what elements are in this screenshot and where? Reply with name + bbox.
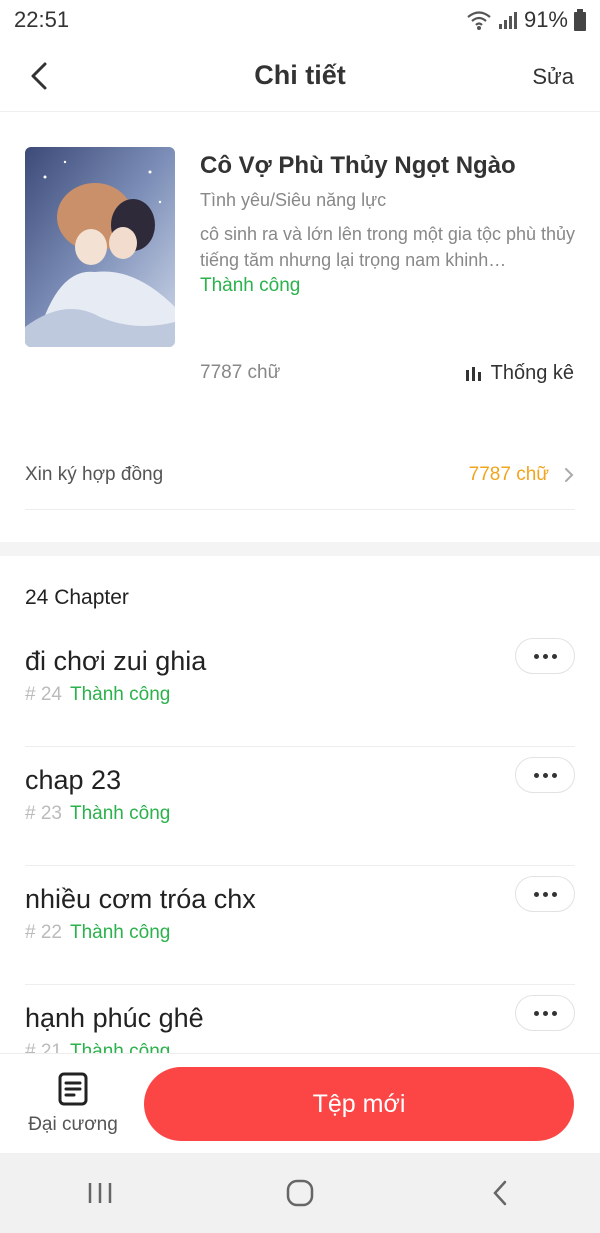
chapter-meta: # 23 Thành công bbox=[25, 803, 575, 825]
header: Chi tiết Sửa bbox=[0, 40, 600, 112]
dot-icon bbox=[533, 1010, 539, 1016]
dot-icon bbox=[533, 772, 539, 778]
stats-label: Thống kê bbox=[490, 362, 574, 384]
status-icons: 91% bbox=[466, 7, 586, 33]
more-options-button[interactable] bbox=[515, 876, 575, 912]
more-options-button[interactable] bbox=[515, 638, 575, 674]
more-options-button[interactable] bbox=[515, 757, 575, 793]
system-back-button[interactable] bbox=[460, 1163, 540, 1223]
chapter-meta: # 22 Thành công bbox=[25, 922, 575, 944]
dot-icon bbox=[542, 1010, 548, 1016]
chapter-status: Thành công bbox=[69, 1041, 171, 1053]
dot-icon bbox=[542, 772, 548, 778]
new-file-button[interactable]: Tệp mới bbox=[144, 1067, 574, 1141]
chapter-title: chap 23 bbox=[25, 765, 122, 795]
status-bar: 22:51 91% bbox=[0, 0, 600, 40]
dot-icon bbox=[551, 772, 557, 778]
system-nav-bar bbox=[0, 1153, 600, 1233]
chapter-meta: # 21 Thành công bbox=[25, 1041, 575, 1053]
chapter-meta: # 24 Thành công bbox=[25, 684, 575, 706]
chapter-count: 24 Chapter bbox=[25, 586, 129, 609]
chapter-status: Thành công bbox=[69, 684, 171, 705]
chapter-status: Thành công bbox=[69, 922, 171, 943]
chapter-title: hạnh phúc ghê bbox=[25, 1003, 204, 1033]
book-word-count: 7787 chữ bbox=[200, 362, 281, 383]
document-icon bbox=[58, 1072, 88, 1106]
chevron-left-icon bbox=[31, 62, 47, 90]
chapter-number: # 21 bbox=[25, 1041, 62, 1053]
book-genre: Tình yêu/Siêu năng lực bbox=[200, 190, 387, 210]
dot-icon bbox=[533, 653, 539, 659]
home-button[interactable] bbox=[260, 1163, 340, 1223]
outline-label: Đại cương bbox=[28, 1114, 118, 1135]
dot-icon bbox=[551, 653, 557, 659]
recent-apps-icon bbox=[88, 1183, 112, 1203]
bottom-action-bar: Đại cương Tệp mới bbox=[0, 1053, 600, 1153]
back-button[interactable] bbox=[22, 58, 56, 94]
battery-icon bbox=[574, 9, 586, 31]
battery-level: 91% bbox=[523, 7, 568, 32]
dot-icon bbox=[533, 891, 539, 897]
recent-apps-button[interactable] bbox=[60, 1163, 140, 1223]
dot-icon bbox=[551, 1010, 557, 1016]
contract-right: 7787 chữ bbox=[469, 464, 575, 486]
book-cover-image bbox=[25, 147, 175, 347]
chapter-list: đi chơi zui ghia # 24 Thành công chap 23… bbox=[25, 628, 575, 1053]
contract-row[interactable]: Xin ký hợp đồng 7787 chữ bbox=[25, 440, 575, 510]
dot-icon bbox=[542, 653, 548, 659]
edit-button[interactable]: Sửa bbox=[532, 64, 574, 90]
status-time: 22:51 bbox=[14, 7, 70, 32]
chapter-title: nhiều cơm tróa chx bbox=[25, 884, 256, 914]
signal-icon bbox=[498, 10, 518, 30]
bar-chart-icon bbox=[465, 366, 481, 381]
page-title: Chi tiết bbox=[254, 60, 346, 90]
dot-icon bbox=[551, 891, 557, 897]
chapter-item[interactable]: nhiều cơm tróa chx # 22 Thành công bbox=[25, 866, 575, 985]
chapters-section: 24 Chapter đi chơi zui ghia # 24 Thành c… bbox=[0, 556, 600, 1053]
section-divider bbox=[0, 542, 600, 556]
chapter-item[interactable]: hạnh phúc ghê # 21 Thành công bbox=[25, 985, 575, 1053]
home-icon bbox=[286, 1179, 314, 1207]
outline-button[interactable]: Đại cương bbox=[18, 1072, 128, 1136]
contract-value: 7787 chữ bbox=[468, 463, 549, 485]
book-details: Cô Vợ Phù Thủy Ngọt Ngào Tình yêu/Siêu n… bbox=[200, 150, 580, 297]
stats-button[interactable]: Thống kê bbox=[465, 362, 574, 385]
chapter-title: đi chơi zui ghia bbox=[25, 646, 207, 676]
chapter-item[interactable]: chap 23 # 23 Thành công bbox=[25, 747, 575, 866]
dot-icon bbox=[542, 891, 548, 897]
book-info-section: Cô Vợ Phù Thủy Ngọt Ngào Tình yêu/Siêu n… bbox=[0, 112, 600, 542]
back-arrow-icon bbox=[493, 1180, 507, 1206]
chevron-right-icon bbox=[565, 467, 574, 482]
contract-label: Xin ký hợp đồng bbox=[25, 463, 164, 485]
book-status: Thành công bbox=[200, 275, 301, 296]
chapter-number: # 24 bbox=[25, 684, 62, 705]
wifi-icon bbox=[466, 9, 492, 31]
book-title: Cô Vợ Phù Thủy Ngọt Ngào bbox=[200, 152, 516, 179]
chapter-number: # 23 bbox=[25, 803, 62, 824]
book-description: cô sinh ra và lớn lên trong một gia tộc … bbox=[200, 224, 576, 270]
chapter-status: Thành công bbox=[69, 803, 171, 824]
chapter-number: # 22 bbox=[25, 922, 62, 943]
more-options-button[interactable] bbox=[515, 995, 575, 1031]
chapter-item[interactable]: đi chơi zui ghia # 24 Thành công bbox=[25, 628, 575, 747]
